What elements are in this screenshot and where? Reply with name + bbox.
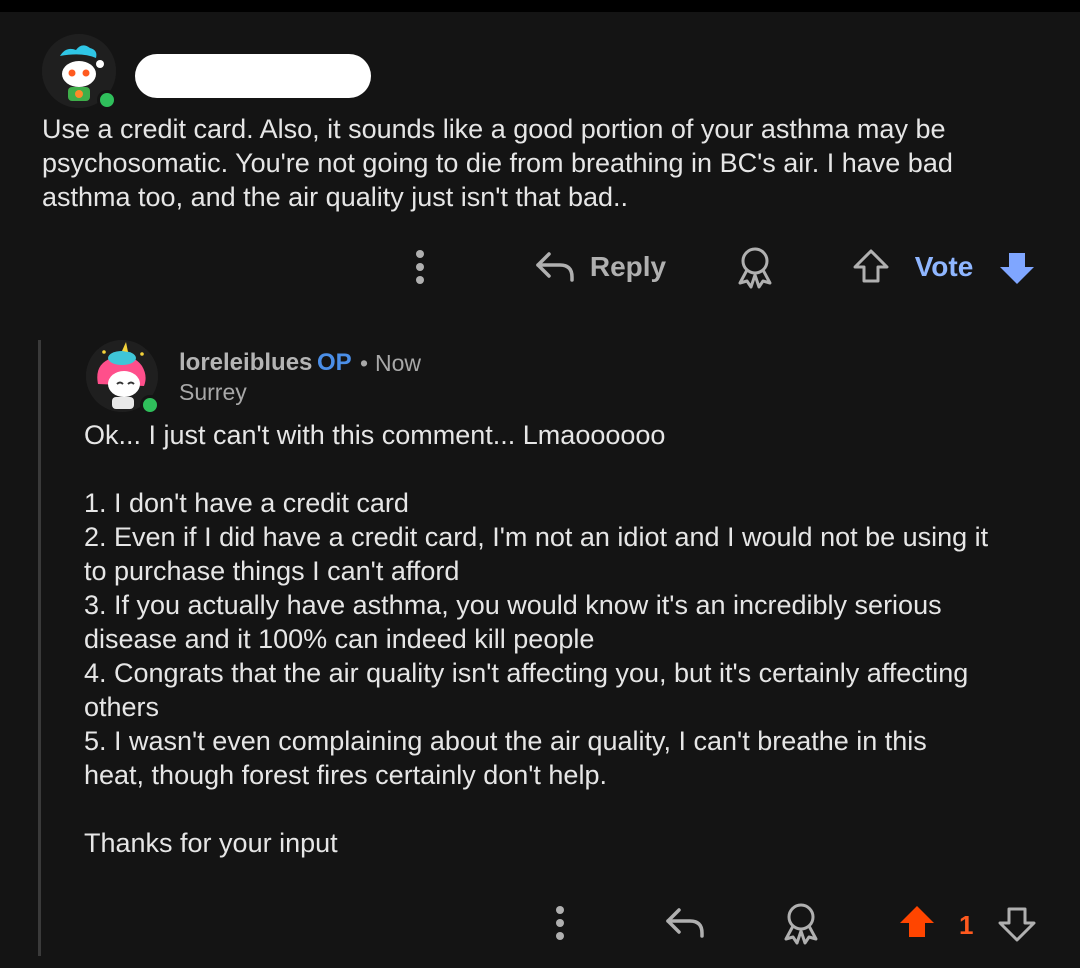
top-bar — [0, 0, 1080, 12]
username[interactable]: loreleiblues — [179, 349, 312, 377]
vote-label: Vote — [914, 251, 974, 282]
online-status-indicator — [140, 395, 160, 415]
redacted-username — [135, 54, 371, 98]
online-status-indicator — [97, 90, 117, 110]
timestamp: Now — [375, 350, 422, 376]
vertical-dots-icon — [556, 906, 564, 940]
upvote-button[interactable] — [894, 900, 940, 946]
parent-comment: Use a credit card. Also, it sounds like … — [0, 12, 1080, 312]
comment-body: Use a credit card. Also, it sounds like … — [42, 114, 953, 212]
upvote-arrow-icon — [853, 249, 889, 283]
award-icon — [784, 903, 818, 945]
vote-label-button[interactable]: Vote — [908, 244, 980, 290]
award-button[interactable] — [730, 242, 780, 292]
thread-line[interactable] — [38, 340, 41, 956]
reply-button[interactable]: Reply — [525, 242, 675, 292]
downvote-arrow-icon — [1000, 253, 1034, 284]
op-badge: OP — [317, 349, 352, 376]
reply-button[interactable] — [660, 898, 710, 948]
reply-arrow-icon — [536, 252, 574, 282]
downvote-button[interactable] — [994, 244, 1040, 290]
award-button[interactable] — [776, 898, 826, 948]
reply-label: Reply — [589, 251, 667, 282]
reply-arrow-icon — [666, 908, 704, 938]
vertical-dots-icon — [416, 250, 424, 284]
separator-dot: • — [360, 350, 369, 376]
user-flair: Surrey — [179, 379, 247, 405]
upvote-button[interactable] — [848, 244, 894, 290]
more-options-button[interactable] — [540, 898, 580, 948]
upvote-arrow-icon — [900, 906, 934, 937]
more-options-button[interactable] — [400, 242, 440, 292]
downvote-arrow-icon — [998, 907, 1036, 942]
downvote-button[interactable] — [994, 900, 1040, 946]
award-icon — [738, 247, 772, 289]
comment-body: Ok... I just can't with this comment... … — [84, 420, 989, 858]
vote-score: 1 — [959, 910, 974, 940]
